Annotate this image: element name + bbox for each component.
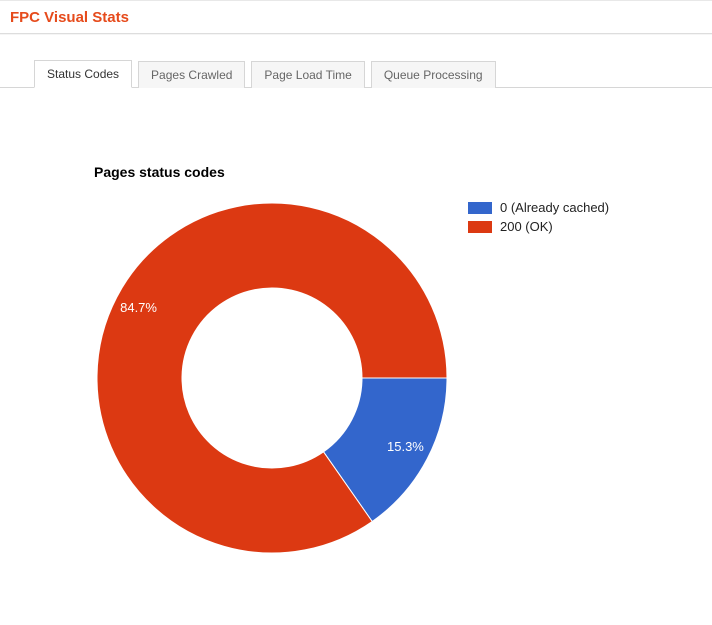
donut-chart: 15.3% 84.7% [92, 198, 452, 558]
tab-label: Page Load Time [264, 68, 351, 82]
tab-page-load-time[interactable]: Page Load Time [251, 61, 364, 88]
donut-slice-label: 15.3% [387, 439, 424, 454]
chart-legend: 0 (Already cached) 200 (OK) [468, 200, 609, 238]
tab-label: Queue Processing [384, 68, 483, 82]
legend-item-already-cached[interactable]: 0 (Already cached) [468, 200, 609, 215]
tab-status-codes[interactable]: Status Codes [34, 60, 132, 88]
legend-swatch [468, 202, 492, 214]
chart-title: Pages status codes [94, 164, 225, 180]
tab-label: Status Codes [47, 67, 119, 81]
chart-panel: Pages status codes 15.3%84.7% 0 (Already… [0, 88, 712, 158]
legend-label: 200 (OK) [500, 219, 553, 234]
legend-swatch [468, 221, 492, 233]
legend-label: 0 (Already cached) [500, 200, 609, 215]
tabs-bar: Status Codes Pages Crawled Page Load Tim… [0, 35, 712, 88]
tab-pages-crawled[interactable]: Pages Crawled [138, 61, 245, 88]
tab-queue-processing[interactable]: Queue Processing [371, 61, 496, 88]
legend-item-ok[interactable]: 200 (OK) [468, 219, 609, 234]
page-title: FPC Visual Stats [10, 9, 129, 26]
donut-svg: 15.3% 84.7% [92, 198, 452, 558]
page-header: FPC Visual Stats [0, 1, 712, 33]
tab-label: Pages Crawled [151, 68, 232, 82]
donut-slice-label: 84.7% [120, 300, 157, 315]
